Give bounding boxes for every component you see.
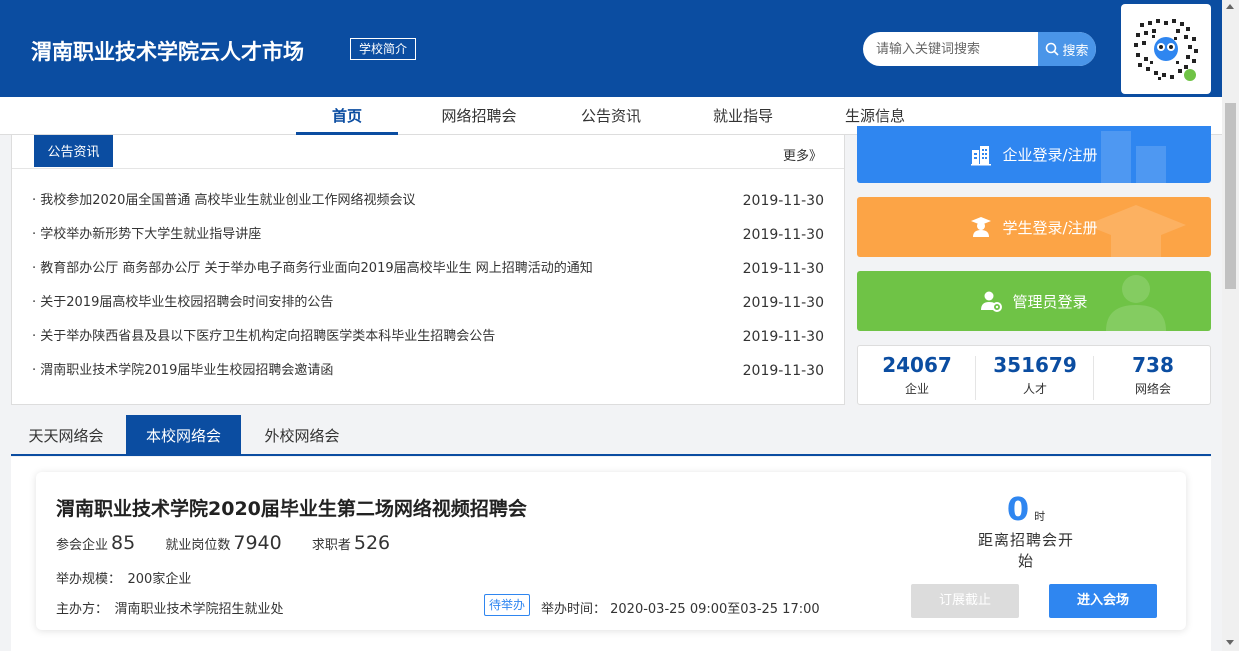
building-icon (970, 144, 992, 166)
news-item-title[interactable]: · 我校参加2020届全国普通 高校毕业生就业创业工作网络视频会议 (32, 185, 415, 217)
countdown-unit: 时 (1034, 510, 1046, 523)
stat-value: 24067 (882, 353, 952, 377)
news-list: · 我校参加2020届全国普通 高校毕业生就业创业工作网络视频会议 2019-1… (32, 185, 832, 389)
news-divider (12, 168, 844, 169)
search-input[interactable] (863, 32, 1038, 66)
news-item: · 关于2019届高校毕业生校园招聘会时间安排的公告 2019-11-30 (32, 287, 832, 321)
qr-code-icon (1128, 11, 1204, 87)
news-item-date: 2019-11-30 (742, 295, 824, 311)
student-login-label: 学生登录/注册 (1002, 218, 1098, 237)
fair-seekers-label: 求职者 (311, 538, 351, 553)
stat-label: 网络会 (1134, 382, 1171, 396)
vertical-scrollbar[interactable] (1222, 0, 1239, 651)
tab-school-fair[interactable]: 本校网络会 (126, 415, 241, 455)
nav-announcements[interactable]: 公告资讯 (560, 97, 662, 135)
news-more-link[interactable]: 更多》 (783, 145, 822, 164)
fair-seekers-value: 526 (353, 532, 391, 554)
header: 渭南职业技术学院云人才市场 学校简介 搜索 (0, 0, 1222, 97)
stat-companies: 24067 企业 (858, 346, 976, 404)
site-title[interactable]: 渭南职业技术学院云人才市场 (31, 36, 304, 66)
tab-other-school-fair[interactable]: 外校网络会 (247, 415, 357, 455)
nav-career-guidance[interactable]: 就业指导 (692, 97, 794, 135)
countdown: 0 时 距离招聘会开始 (971, 490, 1081, 572)
stat-talents: 351679 人才 (976, 346, 1094, 404)
countdown-text: 距离招聘会开始 (977, 531, 1074, 570)
stat-value: 738 (1132, 353, 1174, 377)
fair-organizer: 主办方： 渭南职业技术学院招生就业处 (56, 602, 284, 617)
company-login-button[interactable]: 企业登录/注册 (857, 126, 1211, 183)
news-item: · 学校举办新形势下大学生就业指导讲座 2019-11-30 (32, 219, 832, 253)
stat-label: 人才 (1022, 382, 1047, 396)
fair-scale: 举办规模： 200家企业 (56, 572, 192, 587)
search-box: 搜索 (863, 32, 1096, 66)
news-panel: 公告资讯 更多》 · 我校参加2020届全国普通 高校毕业生就业创业工作网络视频… (11, 135, 845, 405)
news-tab[interactable]: 公告资讯 (34, 135, 113, 167)
news-item: · 我校参加2020届全国普通 高校毕业生就业创业工作网络视频会议 2019-1… (32, 185, 832, 219)
news-item-date: 2019-11-30 (742, 227, 824, 243)
scroll-up-icon[interactable] (1226, 4, 1234, 9)
fair-companies-label: 参会企业 (56, 538, 109, 553)
fair-positions-value: 7940 (233, 532, 282, 554)
admin-login-label: 管理员登录 (1012, 292, 1088, 311)
fair-time: 举办时间： 2020-03-25 09:00至03-25 17:00 (541, 602, 820, 617)
qr-code (1121, 4, 1211, 94)
student-login-button[interactable]: 学生登录/注册 (857, 197, 1211, 257)
status-badge: 待举办 (484, 594, 531, 616)
stat-value: 351679 (993, 353, 1077, 377)
nav-home[interactable]: 首页 (296, 97, 398, 135)
news-item-date: 2019-11-30 (742, 193, 824, 209)
fair-companies-value: 85 (111, 532, 136, 554)
fair-tabs: 天天网络会 本校网络会 外校网络会 (11, 415, 1211, 456)
stat-online-fairs: 738 网络会 (1094, 346, 1212, 404)
subscribe-closed-button: 订展截止 (911, 584, 1019, 618)
news-item-title[interactable]: · 学校举办新形势下大学生就业指导讲座 (32, 219, 261, 251)
news-item-title[interactable]: · 渭南职业技术学院2019届毕业生校园招聘会邀请函 (32, 355, 333, 387)
fair-title[interactable]: 渭南职业技术学院2020届毕业生第二场网络视频招聘会 (56, 494, 527, 521)
scroll-down-icon[interactable] (1226, 640, 1234, 645)
nav-online-fair[interactable]: 网络招聘会 (428, 97, 530, 135)
fair-stats: 参会企业 85 就业岗位数 7940 求职者 526 (56, 532, 416, 554)
fair-positions-label: 就业岗位数 (165, 538, 231, 553)
search-button-label: 搜索 (1062, 43, 1089, 59)
enter-venue-button[interactable]: 进入会场 (1049, 584, 1157, 618)
news-item-title[interactable]: · 关于举办陕西省县及县以下医疗卫生机构定向招聘医学类本科毕业生招聘会公告 (32, 321, 495, 353)
graduate-icon (970, 216, 992, 238)
news-item-date: 2019-11-30 (742, 363, 824, 379)
search-button[interactable]: 搜索 (1038, 32, 1096, 66)
fair-card: 渭南职业技术学院2020届毕业生第二场网络视频招聘会 参会企业 85 就业岗位数 7… (36, 472, 1186, 630)
admin-icon (980, 290, 1003, 312)
news-item-title[interactable]: · 关于2019届高校毕业生校园招聘会时间安排的公告 (32, 287, 333, 319)
admin-deco-icon (1106, 275, 1166, 331)
news-item: · 教育部办公厅 商务部办公厅 关于举办电子商务行业面向2019届高校毕业生 网… (32, 253, 832, 287)
admin-login-button[interactable]: 管理员登录 (857, 271, 1211, 331)
news-item-title[interactable]: · 教育部办公厅 商务部办公厅 关于举办电子商务行业面向2019届高校毕业生 网… (32, 253, 593, 285)
company-login-label: 企业登录/注册 (1002, 146, 1098, 164)
school-intro-button[interactable]: 学校简介 (350, 38, 416, 60)
search-icon (1046, 42, 1060, 56)
news-item-date: 2019-11-30 (742, 329, 824, 345)
news-item: · 关于举办陕西省县及县以下医疗卫生机构定向招聘医学类本科毕业生招聘会公告 20… (32, 321, 832, 355)
stat-label: 企业 (904, 382, 929, 396)
countdown-value: 0 (1006, 490, 1030, 528)
tab-daily-fair[interactable]: 天天网络会 (11, 415, 121, 455)
news-item-date: 2019-11-30 (742, 261, 824, 277)
news-item: · 渭南职业技术学院2019届毕业生校园招聘会邀请函 2019-11-30 (32, 355, 832, 389)
site-stats: 24067 企业 351679 人才 738 网络会 (857, 345, 1211, 405)
scrollbar-thumb[interactable] (1225, 103, 1236, 289)
